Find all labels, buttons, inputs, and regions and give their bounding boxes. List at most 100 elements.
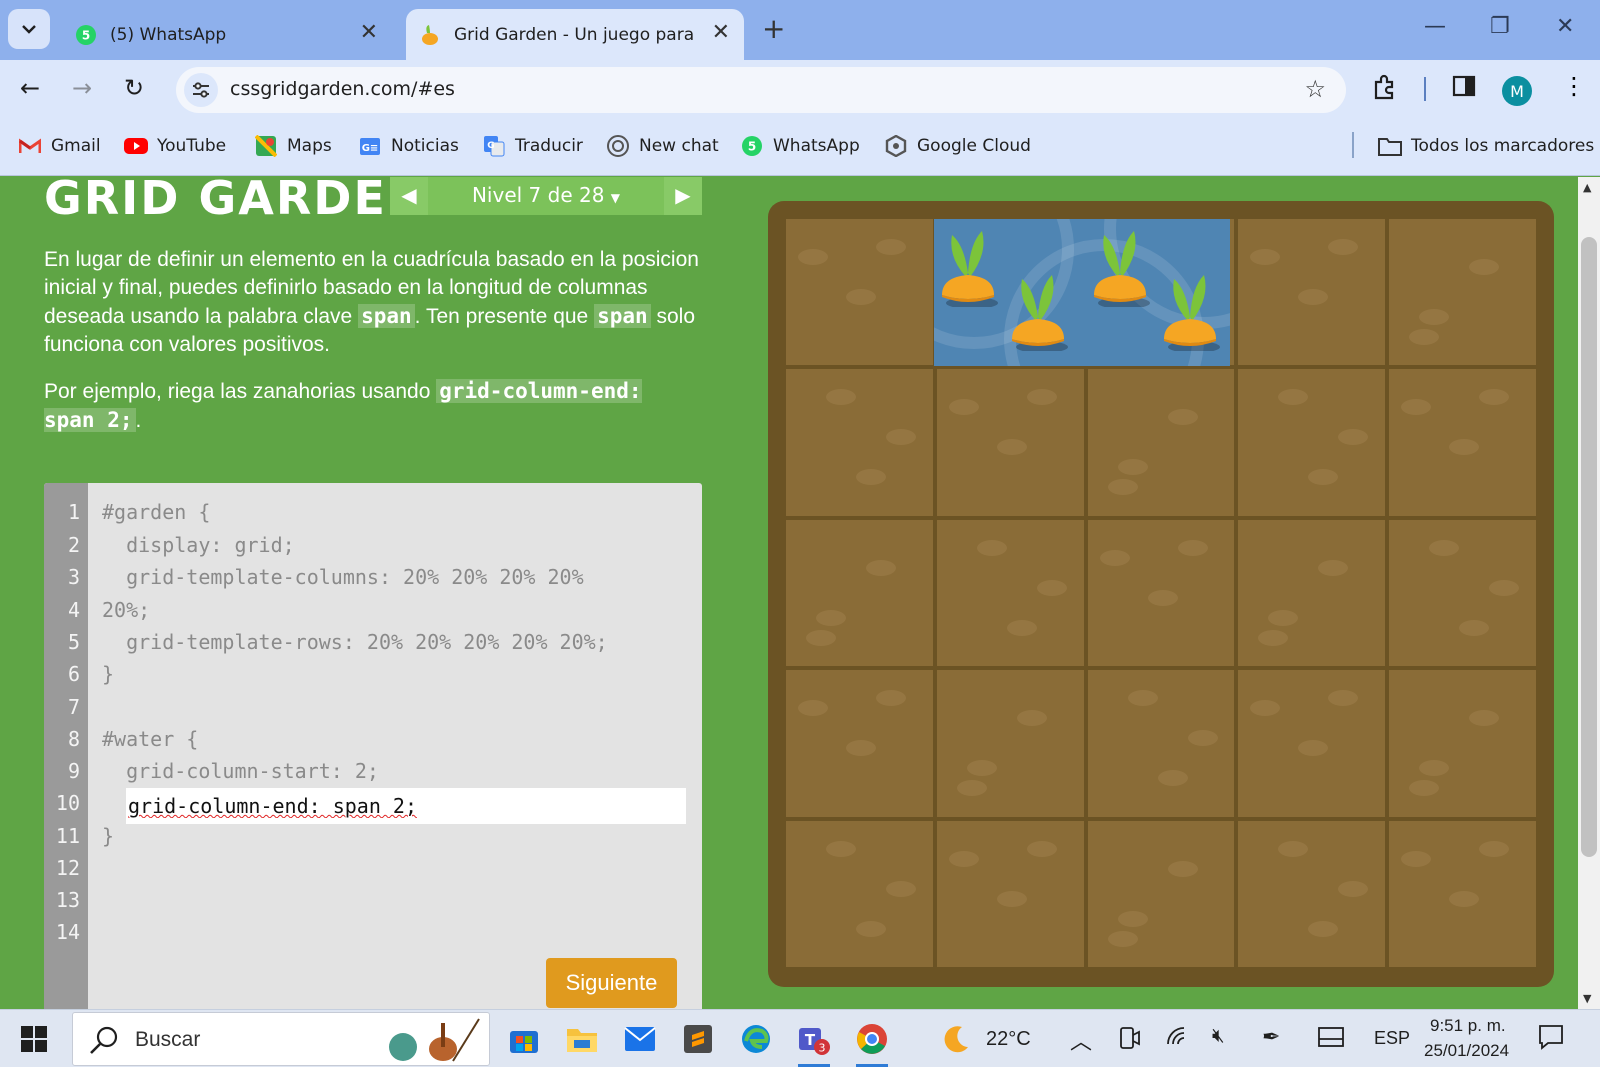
clock-time[interactable]: 9:51 p. m. bbox=[1430, 1016, 1506, 1036]
line-number: 10 bbox=[55, 791, 80, 815]
soil-spot bbox=[1409, 329, 1440, 345]
teams-icon[interactable]: T3 bbox=[794, 1019, 834, 1059]
soil-spot bbox=[1099, 549, 1130, 566]
forward-arrow-icon[interactable]: → bbox=[72, 74, 92, 102]
search-highlight-illustration-icon bbox=[381, 1017, 481, 1067]
soil-spot bbox=[856, 469, 886, 486]
bookmark-label: Noticias bbox=[391, 136, 459, 156]
line-number: 13 bbox=[55, 888, 80, 912]
camera-icon[interactable] bbox=[1118, 1026, 1140, 1056]
previous-level-arrow-icon[interactable]: ◀ bbox=[390, 177, 428, 215]
code-keyword: span bbox=[594, 304, 651, 328]
site-settings-icon[interactable] bbox=[184, 73, 218, 107]
soil-spot bbox=[1308, 469, 1339, 486]
file-explorer-icon[interactable] bbox=[562, 1019, 602, 1059]
minimize-icon[interactable]: — bbox=[1424, 14, 1446, 39]
soil-cell bbox=[1087, 369, 1235, 516]
tab-grid-garden[interactable]: Grid Garden - Un juego para ap ✕ bbox=[406, 9, 744, 60]
bookmark-youtube[interactable]: YouTube bbox=[124, 134, 226, 158]
show-hidden-icons-chevron-icon[interactable]: ︿ bbox=[1070, 1024, 1092, 1056]
new-tab-plus-icon[interactable]: + bbox=[762, 14, 785, 44]
carrot-icon bbox=[1012, 275, 1068, 351]
chrome-menu-icon[interactable]: ⋮ bbox=[1562, 72, 1586, 100]
scrollbar-thumb[interactable] bbox=[1581, 237, 1597, 857]
volume-muted-icon[interactable]: 🔇︎ bbox=[1212, 1025, 1225, 1048]
extensions-puzzle-icon[interactable] bbox=[1372, 74, 1398, 104]
bookmark-new-chat[interactable]: New chat bbox=[606, 134, 719, 158]
line-number: 9 bbox=[67, 759, 80, 783]
search-placeholder: Buscar bbox=[135, 1028, 201, 1051]
tab-whatsapp[interactable]: 5 (5) WhatsApp ✕ bbox=[62, 9, 392, 60]
soil-cell bbox=[786, 369, 933, 516]
soil-spot bbox=[1328, 690, 1359, 707]
weather-temperature[interactable]: 22°C bbox=[986, 1028, 1031, 1051]
close-window-icon[interactable]: ✕ bbox=[1556, 14, 1574, 39]
bookmark-google-cloud[interactable]: Google Cloud bbox=[884, 134, 1031, 158]
tab-close-icon[interactable]: ✕ bbox=[712, 22, 730, 44]
line-number: 12 bbox=[55, 856, 80, 880]
bookmark-whatsapp[interactable]: 5 WhatsApp bbox=[740, 134, 860, 158]
soil-cell bbox=[1389, 820, 1536, 967]
scroll-up-arrow-icon[interactable]: ▲ bbox=[1583, 181, 1591, 194]
soil-spot bbox=[1409, 780, 1440, 797]
next-level-button[interactable]: Siguiente bbox=[546, 958, 677, 1008]
tab-close-icon[interactable]: ✕ bbox=[360, 22, 378, 44]
page-scrollbar[interactable]: ▲ ▼ bbox=[1578, 177, 1600, 1009]
reload-icon[interactable]: ↻ bbox=[124, 74, 144, 102]
soil-spot bbox=[1338, 429, 1369, 446]
clock-date[interactable]: 25/01/2024 bbox=[1424, 1041, 1509, 1061]
profile-avatar[interactable]: M bbox=[1502, 76, 1532, 106]
instructions-paragraph-1: En lugar de definir un elemento en la cu… bbox=[44, 246, 704, 359]
side-panel-icon[interactable] bbox=[1452, 74, 1476, 102]
soil-cell bbox=[936, 820, 1084, 967]
css-answer-field[interactable] bbox=[126, 788, 686, 824]
soil-spot bbox=[846, 289, 876, 305]
soil-spot bbox=[1328, 239, 1359, 255]
address-bar[interactable]: cssgridgarden.com/#es ☆ bbox=[176, 67, 1346, 113]
bookmark-all-bookmarks[interactable]: Todos los marcadores bbox=[1378, 134, 1594, 158]
next-level-arrow-icon[interactable]: ▶ bbox=[664, 177, 702, 215]
soil-cell bbox=[936, 369, 1084, 516]
css-answer-input[interactable] bbox=[126, 788, 686, 824]
code-line: 20%; bbox=[102, 598, 151, 622]
soil-spot bbox=[826, 840, 856, 857]
microsoft-store-icon[interactable] bbox=[504, 1019, 544, 1059]
scroll-down-arrow-icon[interactable]: ▼ bbox=[1583, 992, 1591, 1005]
bookmark-label: Todos los marcadores bbox=[1411, 136, 1595, 156]
windows-start-icon[interactable] bbox=[14, 1019, 54, 1059]
bookmark-label: Traducir bbox=[515, 136, 583, 156]
soil-spot bbox=[1177, 539, 1208, 556]
soil-spot bbox=[886, 429, 916, 446]
mail-icon[interactable] bbox=[620, 1019, 660, 1059]
bookmark-traducir[interactable]: G Traducir bbox=[482, 134, 583, 158]
pen-menu-icon[interactable]: ✒ bbox=[1262, 1024, 1280, 1050]
back-arrow-icon[interactable]: ← bbox=[20, 74, 40, 102]
soil-spot bbox=[1127, 690, 1158, 707]
wifi-icon[interactable] bbox=[1166, 1026, 1190, 1053]
translate-icon: G bbox=[482, 134, 506, 158]
bookmark-noticias[interactable]: G≡ Noticias bbox=[358, 134, 459, 158]
soil-spot bbox=[1401, 399, 1432, 416]
soil-spot bbox=[866, 559, 896, 576]
notifications-icon[interactable] bbox=[1538, 1024, 1564, 1055]
restore-icon[interactable]: ❐ bbox=[1490, 14, 1510, 39]
level-label: Nivel 7 de 28 bbox=[471, 183, 605, 207]
svg-text:G≡: G≡ bbox=[362, 143, 379, 154]
bookmark-gmail[interactable]: Gmail bbox=[18, 134, 101, 158]
weather-moon-icon[interactable] bbox=[936, 1019, 976, 1059]
bookmark-star-icon[interactable]: ☆ bbox=[1304, 75, 1326, 103]
input-language[interactable]: ESP bbox=[1374, 1028, 1410, 1049]
carrot-favicon-icon bbox=[418, 23, 442, 47]
edge-browser-icon[interactable] bbox=[736, 1019, 776, 1059]
sublime-text-icon[interactable] bbox=[678, 1019, 718, 1059]
soil-cell bbox=[786, 670, 933, 817]
chrome-browser-icon[interactable] bbox=[852, 1019, 892, 1059]
code-line: #garden { bbox=[102, 500, 211, 524]
touch-keyboard-icon[interactable] bbox=[1318, 1026, 1344, 1053]
code-line: } bbox=[102, 662, 115, 686]
taskbar-search[interactable]: Buscar bbox=[72, 1012, 490, 1066]
level-selector[interactable]: Nivel 7 de 28 ▼ bbox=[428, 183, 664, 207]
tab-search-button[interactable] bbox=[8, 9, 50, 49]
soil-cell bbox=[1238, 519, 1386, 667]
bookmark-maps[interactable]: Maps bbox=[254, 134, 332, 158]
